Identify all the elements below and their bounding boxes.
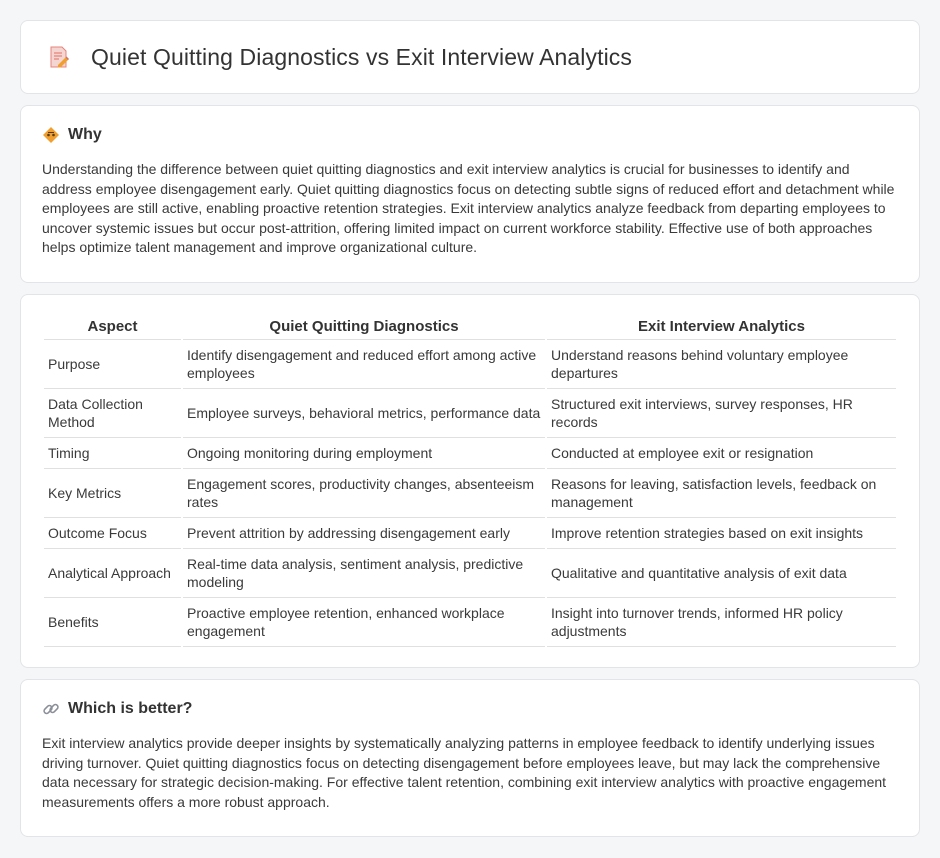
row-quiet-quitting: Prevent attrition by addressing disengag… — [183, 518, 545, 549]
row-aspect: Purpose — [44, 340, 181, 389]
row-quiet-quitting: Employee surveys, behavioral metrics, pe… — [183, 389, 545, 438]
row-aspect: Timing — [44, 438, 181, 469]
why-section: Why Understanding the difference between… — [20, 105, 920, 283]
comparison-card: Aspect Quiet Quitting Diagnostics Exit I… — [20, 294, 920, 668]
better-title: Which is better? — [68, 700, 193, 717]
row-aspect: Analytical Approach — [44, 549, 181, 598]
row-exit-interview: Qualitative and quantitative analysis of… — [547, 549, 896, 598]
better-text: Exit interview analytics provide deeper … — [42, 735, 887, 810]
row-quiet-quitting: Engagement scores, productivity changes,… — [183, 469, 545, 518]
row-exit-interview: Conducted at employee exit or resignatio… — [547, 438, 896, 469]
header-card: Quiet Quitting Diagnostics vs Exit Inter… — [20, 20, 920, 94]
diamond-warning-icon — [42, 126, 60, 144]
row-aspect: Key Metrics — [44, 469, 181, 518]
row-exit-interview: Understand reasons behind voluntary empl… — [547, 340, 896, 389]
comparison-table: Aspect Quiet Quitting Diagnostics Exit I… — [42, 315, 898, 647]
table-row: Purpose Identify disengagement and reduc… — [44, 340, 896, 389]
row-quiet-quitting: Identify disengagement and reduced effor… — [183, 340, 545, 389]
header-exit-interview: Exit Interview Analytics — [547, 315, 896, 340]
which-is-better-section: Which is better? Exit interview analytic… — [20, 679, 920, 837]
link-icon — [42, 700, 60, 718]
table-row: Analytical Approach Real-time data analy… — [44, 549, 896, 598]
row-quiet-quitting: Real-time data analysis, sentiment analy… — [183, 549, 545, 598]
row-exit-interview: Structured exit interviews, survey respo… — [547, 389, 896, 438]
why-text: Understanding the difference between qui… — [42, 161, 895, 255]
better-heading: Which is better? — [42, 700, 898, 718]
table-row: Benefits Proactive employee retention, e… — [44, 598, 896, 647]
table-row: Timing Ongoing monitoring during employm… — [44, 438, 896, 469]
why-title: Why — [68, 126, 102, 143]
row-aspect: Data Collection Method — [44, 389, 181, 438]
table-row: Outcome Focus Prevent attrition by addre… — [44, 518, 896, 549]
page-title: Quiet Quitting Diagnostics vs Exit Inter… — [91, 43, 633, 70]
row-exit-interview: Insight into turnover trends, informed H… — [547, 598, 896, 647]
header-quiet-quitting: Quiet Quitting Diagnostics — [183, 315, 545, 340]
document-pencil-icon — [47, 45, 71, 69]
why-heading: Why — [42, 126, 898, 144]
row-exit-interview: Improve retention strategies based on ex… — [547, 518, 896, 549]
row-quiet-quitting: Ongoing monitoring during employment — [183, 438, 545, 469]
table-header-row: Aspect Quiet Quitting Diagnostics Exit I… — [44, 315, 896, 340]
table-row: Data Collection Method Employee surveys,… — [44, 389, 896, 438]
row-exit-interview: Reasons for leaving, satisfaction levels… — [547, 469, 896, 518]
row-quiet-quitting: Proactive employee retention, enhanced w… — [183, 598, 545, 647]
header-aspect: Aspect — [44, 315, 181, 340]
row-aspect: Benefits — [44, 598, 181, 647]
table-row: Key Metrics Engagement scores, productiv… — [44, 469, 896, 518]
row-aspect: Outcome Focus — [44, 518, 181, 549]
